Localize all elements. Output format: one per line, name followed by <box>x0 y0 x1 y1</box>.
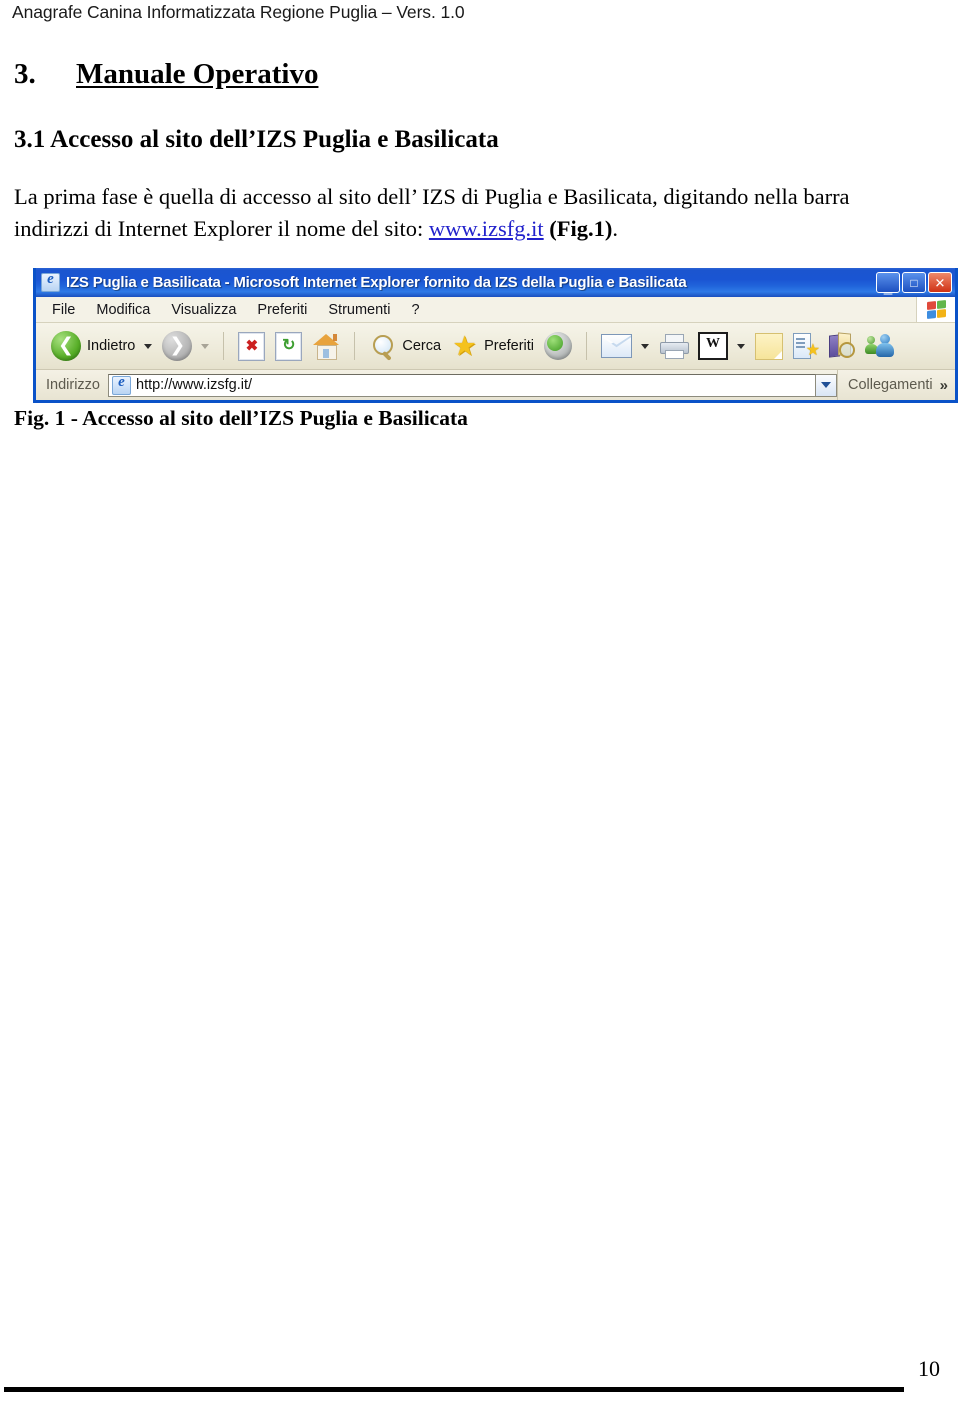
menu-item-modifica[interactable]: Modifica <box>96 302 150 318</box>
edit-dropdown-icon[interactable] <box>737 343 746 349</box>
refresh-icon: ↻ <box>275 331 303 361</box>
research-button[interactable] <box>823 331 860 361</box>
notes-button[interactable] <box>750 331 788 362</box>
address-url-text: http://www.izsfg.it/ <box>136 377 253 393</box>
close-icon: ✕ <box>934 275 946 290</box>
window-titlebar: IZS Puglia e Basilicata - Microsoft Inte… <box>36 268 955 297</box>
document-body: 3. Manuale Operativo 3.1 Accesso al sito… <box>14 58 930 275</box>
forward-arrow-icon: ❯ <box>162 331 193 361</box>
heading-level-1: 3. Manuale Operativo <box>14 58 930 91</box>
chevron-down-icon <box>821 382 832 388</box>
back-arrow-icon: ❮ <box>51 331 81 361</box>
menu-item-file[interactable]: File <box>52 302 75 318</box>
menu-item-visualizza[interactable]: Visualizza <box>171 302 236 318</box>
forward-button[interactable]: ❯ <box>157 329 214 363</box>
address-bar-label: Indirizzo <box>46 377 100 393</box>
address-dropdown-button[interactable] <box>816 373 838 397</box>
chevron-double-right-icon[interactable]: » <box>940 377 948 394</box>
search-icon <box>369 333 396 361</box>
menu-item-preferiti[interactable]: Preferiti <box>257 302 307 318</box>
izsfg-website-link[interactable]: www.izsfg.it <box>429 216 544 241</box>
print-icon <box>659 333 690 359</box>
maximize-button[interactable]: □ <box>902 272 926 293</box>
notes-icon <box>755 332 784 360</box>
refresh-button[interactable]: ↻ <box>270 330 307 363</box>
minimize-button[interactable]: _ <box>876 272 900 295</box>
toolbar-separator <box>223 332 225 360</box>
heading1-title: Manuale Operativo <box>76 58 319 90</box>
figure-caption: Fig. 1 - Accesso al sito dell’IZS Puglia… <box>14 406 468 430</box>
browser-toolbar: ❮ Indietro ❯ ✖ ↻ Cerca Preferiti <box>36 323 955 370</box>
search-button-label: Cerca <box>402 338 442 354</box>
close-button[interactable]: ✕ <box>928 272 952 293</box>
running-header: Anagrafe Canina Informatizzata Regione P… <box>12 2 465 22</box>
back-button[interactable]: ❮ Indietro <box>46 329 157 363</box>
intro-paragraph: La prima fase è quella di accesso al sit… <box>14 181 914 245</box>
page-favicon-icon <box>112 374 131 395</box>
toolbar-separator <box>586 332 588 360</box>
address-input[interactable]: http://www.izsfg.it/ <box>108 373 817 397</box>
minimize-icon: _ <box>883 278 893 295</box>
maximize-icon: □ <box>910 275 918 290</box>
window-controls: _ □ ✕ <box>876 272 952 295</box>
stop-icon: ✖ <box>238 331 266 361</box>
page-number: 10 <box>918 1356 940 1381</box>
internet-explorer-icon <box>41 271 60 292</box>
edit-with-word-button[interactable] <box>693 330 750 362</box>
mail-button[interactable] <box>596 332 654 360</box>
search-button[interactable]: Cerca <box>364 331 446 362</box>
links-toolbar[interactable]: Collegamenti » <box>837 370 955 400</box>
mail-dropdown-icon[interactable] <box>641 343 650 349</box>
home-button[interactable] <box>307 331 345 361</box>
figure-reference: (Fig.1) <box>549 216 613 242</box>
back-button-label: Indietro <box>87 338 136 354</box>
favorites-star-icon <box>451 333 478 359</box>
media-button[interactable] <box>539 330 577 362</box>
window-title: IZS Puglia e Basilicata - Microsoft Inte… <box>66 274 687 291</box>
footer-rule <box>4 1387 904 1392</box>
forward-history-dropdown-icon[interactable] <box>201 343 210 349</box>
menu-items: File Modifica Visualizza Preferiti Strum… <box>36 302 916 318</box>
stop-button[interactable]: ✖ <box>233 330 270 363</box>
links-label: Collegamenti <box>848 377 933 393</box>
favorites-button[interactable]: Preferiti <box>446 331 539 361</box>
discuss-icon: ★ <box>793 333 820 359</box>
paragraph-text-part3: . <box>612 216 619 242</box>
toolbar-separator <box>354 332 356 360</box>
heading-level-2: 3.1 Accesso al sito dell’IZS Puglia e Ba… <box>14 126 499 154</box>
print-button[interactable] <box>654 332 693 361</box>
home-icon <box>312 333 340 360</box>
heading1-number: 3. <box>14 58 36 90</box>
menu-item-strumenti[interactable]: Strumenti <box>328 302 390 318</box>
favorites-button-label: Preferiti <box>484 338 535 354</box>
media-icon <box>544 332 573 360</box>
mail-icon <box>601 334 633 358</box>
menu-bar: File Modifica Visualizza Preferiti Strum… <box>36 297 955 323</box>
menu-item-help[interactable]: ? <box>411 302 419 318</box>
edit-word-icon <box>698 332 729 360</box>
address-bar: Indirizzo http://www.izsfg.it/ Collegame… <box>36 370 955 400</box>
discuss-button[interactable]: ★ <box>788 331 823 361</box>
internet-explorer-window: IZS Puglia e Basilicata - Microsoft Inte… <box>33 268 958 403</box>
windows-logo-box <box>916 297 955 322</box>
back-history-dropdown-icon[interactable] <box>144 343 153 349</box>
messenger-button[interactable] <box>860 332 899 361</box>
research-icon <box>828 332 856 359</box>
windows-flag-icon <box>926 300 946 319</box>
messenger-icon <box>865 333 895 359</box>
